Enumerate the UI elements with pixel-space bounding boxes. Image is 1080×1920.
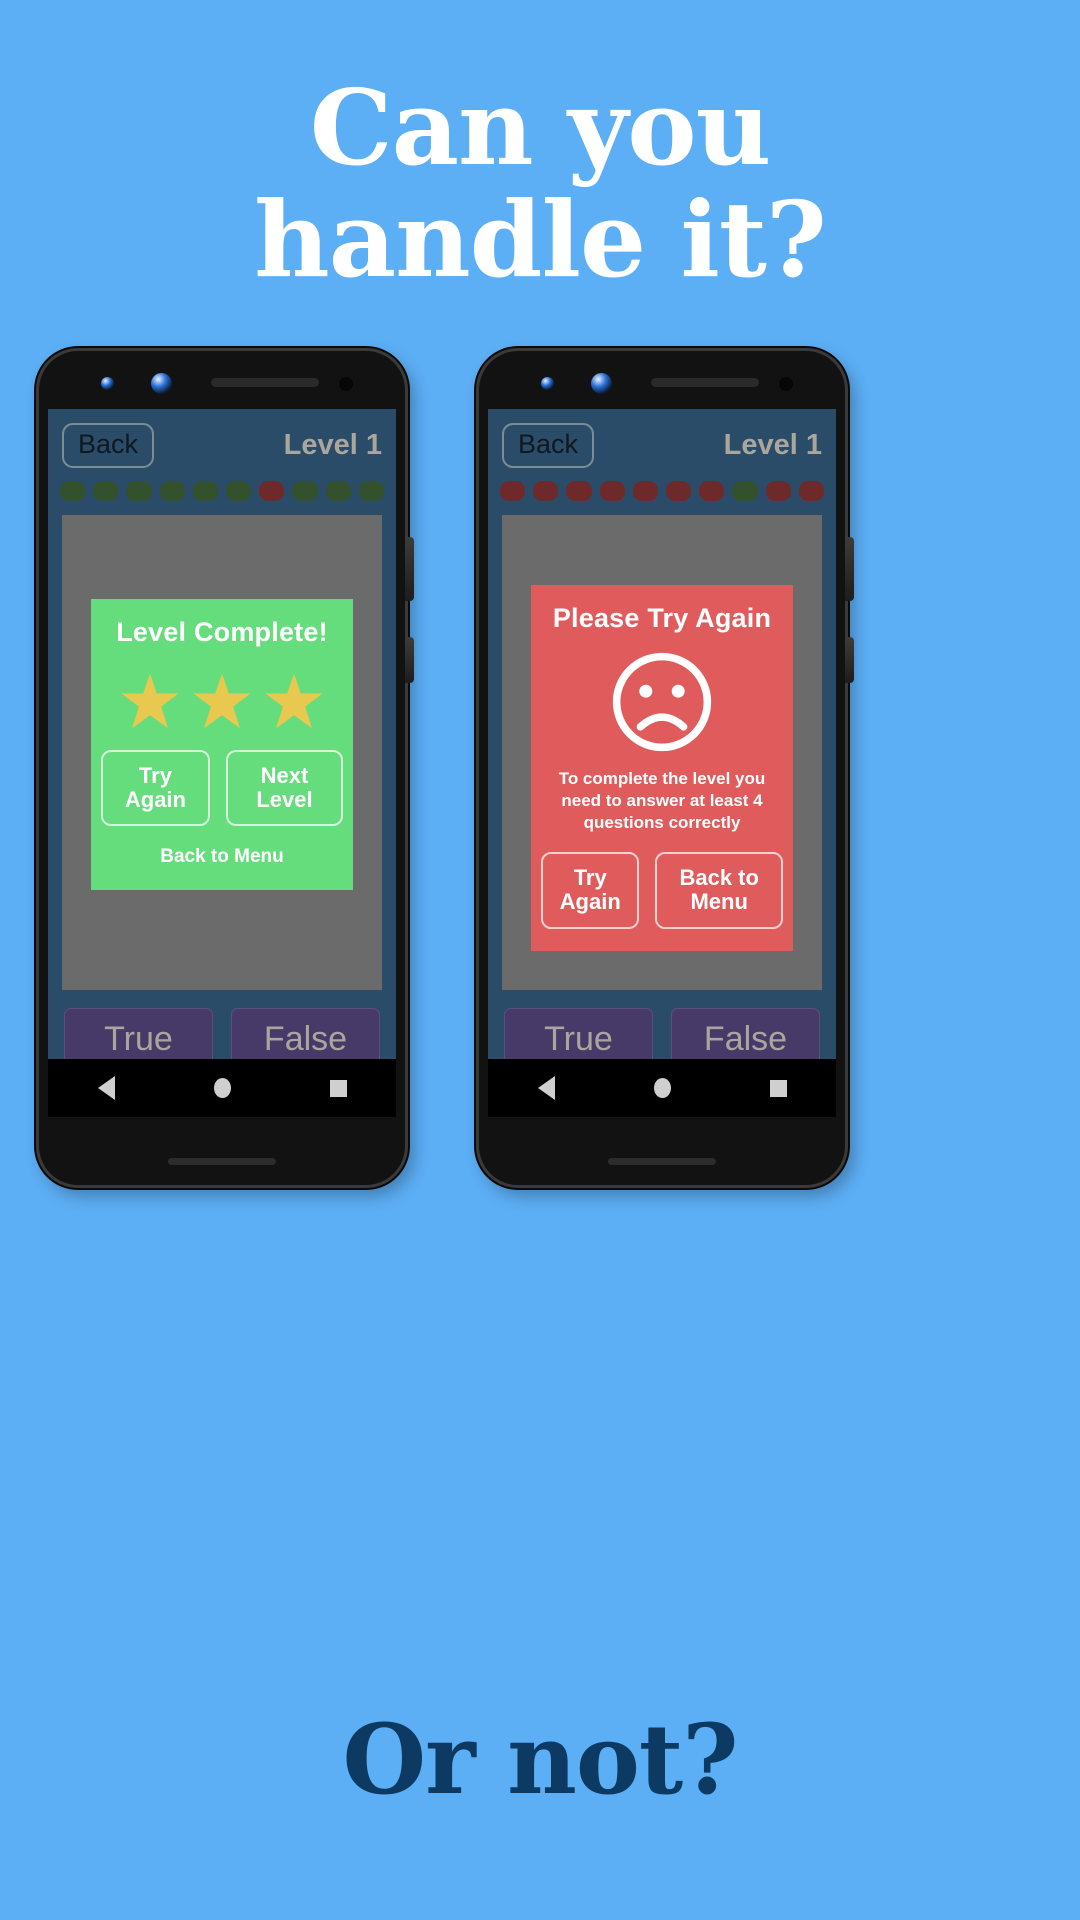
try-again-button[interactable]: Try Again (541, 852, 640, 929)
progress-pill (732, 481, 758, 501)
back-button[interactable]: Back (502, 422, 595, 468)
front-camera-secondary-icon (151, 373, 172, 394)
power-button[interactable] (405, 537, 414, 601)
dialog-actions: Try Again Back to Menu (541, 852, 783, 929)
progress-pill (699, 481, 725, 501)
progress-pill (632, 481, 659, 501)
recents-square-icon[interactable] (769, 1079, 787, 1097)
back-triangle-icon[interactable] (537, 1076, 555, 1100)
try-again-dialog: Please Try Again To complete the level y… (531, 585, 793, 951)
front-camera-secondary-icon (591, 373, 612, 394)
try-again-button[interactable]: Try Again (101, 750, 210, 827)
dialog-title: Please Try Again (552, 603, 772, 633)
star-icon (193, 673, 251, 729)
phone-screen-right: Back Level 1 Please Try Again To complet… (488, 409, 836, 1117)
progress-pill (533, 481, 559, 501)
progress-pill (358, 481, 385, 501)
home-circle-icon[interactable] (213, 1078, 231, 1098)
home-circle-icon[interactable] (653, 1078, 671, 1098)
footer-text: Or not? (342, 1703, 738, 1816)
progress-indicator (48, 481, 396, 515)
back-to-menu-button[interactable]: Back to Menu (655, 852, 783, 929)
progress-pill (60, 481, 86, 501)
level-label: Level 1 (723, 428, 822, 461)
app-bar: Back Level 1 (48, 409, 396, 481)
back-triangle-icon[interactable] (97, 1076, 115, 1100)
progress-pill (259, 481, 285, 501)
earpiece-speaker-icon (651, 378, 759, 387)
headline-line-1: Can you (309, 66, 771, 189)
progress-indicator (488, 481, 836, 515)
earpiece-speaker-icon (211, 378, 319, 387)
recents-square-icon[interactable] (329, 1079, 347, 1097)
front-camera-icon (101, 377, 114, 390)
progress-pill (226, 481, 252, 501)
dialog-actions: Try Again Next Level (101, 750, 343, 827)
volume-button[interactable] (845, 637, 854, 683)
bottom-speaker-icon (168, 1158, 276, 1165)
progress-pill (798, 481, 825, 501)
phone-screen-left: Back Level 1 Level Complete! Try Again N… (48, 409, 396, 1117)
progress-pill (325, 481, 351, 501)
star-rating (101, 670, 343, 732)
progress-pill (500, 481, 526, 501)
volume-button[interactable] (405, 637, 414, 683)
answer-buttons: True False (488, 990, 836, 1070)
answer-buttons: True False (48, 990, 396, 1070)
progress-pill (192, 481, 219, 501)
android-navigation-bar (48, 1059, 396, 1117)
phone-mockup-right: Back Level 1 Please Try Again To complet… (476, 348, 854, 1188)
progress-pill (765, 481, 791, 501)
proximity-sensor-icon (779, 377, 793, 391)
headline: Can you handle it? (0, 71, 1080, 302)
level-complete-dialog: Level Complete! Try Again Next Level Bac… (91, 599, 353, 891)
bottom-speaker-icon (608, 1158, 716, 1165)
front-camera-icon (541, 377, 554, 390)
progress-pill (599, 481, 625, 501)
back-button[interactable]: Back (62, 422, 155, 468)
android-navigation-bar (488, 1059, 836, 1117)
proximity-sensor-icon (339, 377, 353, 391)
star-icon (265, 673, 323, 729)
headline-line-2: handle it? (254, 178, 827, 302)
phone-mockup-left: Back Level 1 Level Complete! Try Again N… (36, 348, 414, 1188)
progress-pill (126, 481, 152, 501)
dialog-title: Level Complete! (116, 617, 328, 647)
dialog-message: To complete the level you need to answer… (558, 769, 766, 833)
next-level-button[interactable]: Next Level (225, 750, 343, 827)
progress-pill (292, 481, 318, 501)
sad-face-icon (612, 652, 712, 752)
level-label: Level 1 (283, 428, 382, 461)
progress-pill (93, 481, 119, 501)
progress-pill (666, 481, 692, 501)
question-card: Level Complete! Try Again Next Level Bac… (62, 515, 382, 990)
progress-pill (566, 481, 592, 501)
progress-pill (159, 481, 185, 501)
question-card: Please Try Again To complete the level y… (502, 515, 822, 990)
back-to-menu-link[interactable]: Back to Menu (101, 846, 343, 868)
star-icon (121, 673, 179, 729)
app-bar: Back Level 1 (488, 409, 836, 481)
power-button[interactable] (845, 537, 854, 601)
